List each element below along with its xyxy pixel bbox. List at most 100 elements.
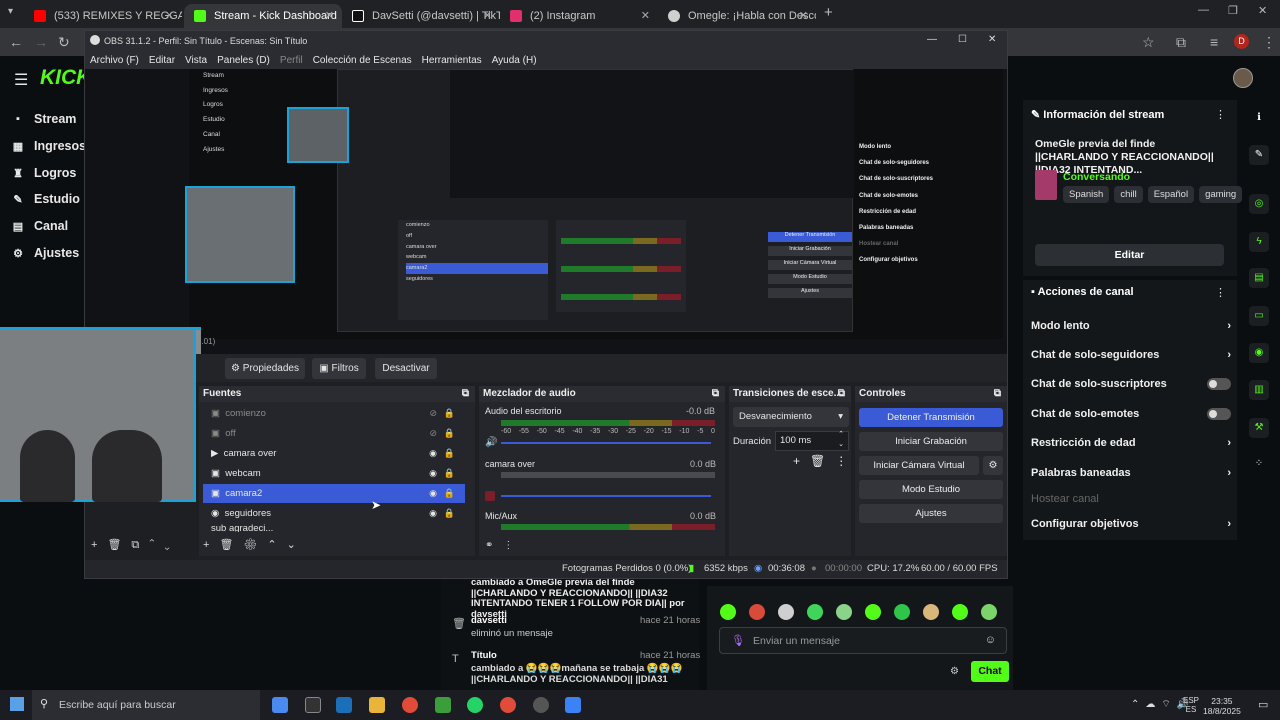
emote-icon[interactable]	[923, 604, 939, 620]
close-icon[interactable]: ✕	[988, 34, 996, 45]
target-icon[interactable]: ◎	[1249, 194, 1269, 214]
eye-hidden-icon[interactable]: ⊘	[429, 428, 437, 439]
wrench-icon[interactable]: ⚒	[1249, 418, 1269, 438]
lock-icon[interactable]: 🔒	[444, 428, 455, 439]
lock-icon[interactable]: 🔒	[444, 408, 455, 419]
menu-vista[interactable]: Vista	[185, 55, 207, 66]
menu-editar[interactable]: Editar	[149, 55, 175, 66]
action-restriccion-edad[interactable]: Restricción de edad ›	[1031, 437, 1231, 449]
bookmark-icon[interactable]: ☆	[1142, 34, 1155, 51]
lock-icon[interactable]: 🔒	[444, 468, 455, 479]
minimize-icon[interactable]: —	[1198, 4, 1209, 16]
speaker-icon[interactable]: 🔊	[485, 437, 497, 448]
emote-icon[interactable]	[981, 604, 997, 620]
avatar[interactable]	[1233, 68, 1253, 88]
trash-icon[interactable]: 🗑	[107, 539, 131, 551]
bolt-icon[interactable]: ϟ	[1249, 232, 1269, 252]
emote-icon[interactable]	[865, 604, 881, 620]
media-icon[interactable]: ≡	[1210, 34, 1218, 50]
add-icon[interactable]: +	[793, 454, 810, 468]
deactivate-button[interactable]: Desactivar	[375, 358, 437, 379]
add-icon[interactable]: +	[203, 539, 219, 551]
close-icon[interactable]: ✕	[325, 9, 334, 22]
obs-icon[interactable]	[533, 697, 549, 713]
eye-icon[interactable]: ◉	[429, 448, 437, 459]
eye-icon[interactable]: ◉	[429, 488, 437, 499]
maximize-icon[interactable]: ❐	[1228, 4, 1238, 17]
lock-icon[interactable]: 🔒	[444, 508, 455, 519]
chevron-up-icon[interactable]: ⌃	[1131, 699, 1145, 710]
tab-tiktok[interactable]: DavSetti (@davsetti) | TikTok ✕	[342, 4, 500, 28]
close-icon[interactable]: ✕	[641, 9, 650, 22]
forward-icon[interactable]: →	[34, 34, 48, 50]
nav-stream[interactable]: ▪ Stream	[12, 112, 76, 126]
layout-icon[interactable]: ▥	[1249, 380, 1269, 400]
file-explorer-icon[interactable]	[369, 697, 385, 713]
emote-icon[interactable]	[952, 604, 968, 620]
taskbar-search[interactable]: ⚲ Escribe aquí para buscar	[32, 690, 260, 720]
nav-estudio[interactable]: ✎ Estudio	[12, 192, 79, 206]
chrome-icon[interactable]	[402, 697, 418, 713]
tab-omegle[interactable]: Omegle: ¡Habla con Desconoci ✕	[658, 4, 816, 28]
list-icon[interactable]: ▤	[1249, 268, 1269, 288]
source-item[interactable]: ▣ off ⊘ 🔒	[203, 424, 465, 443]
up-icon[interactable]: ⌃	[149, 539, 164, 551]
undock-icon[interactable]: ⧉	[994, 386, 1001, 402]
source-item[interactable]: ▣ webcam ◉ 🔒	[203, 464, 465, 483]
edit-button[interactable]: Editar	[1035, 244, 1224, 266]
settings-icon[interactable]: ⚙	[243, 539, 267, 551]
info-icon[interactable]: ℹ	[1249, 108, 1269, 128]
stop-stream-button[interactable]: Detener Transmisión	[859, 408, 1003, 427]
undock-icon[interactable]: ⧉	[462, 386, 469, 402]
more-icon[interactable]: ⋮	[503, 540, 523, 551]
lock-icon[interactable]: 🔒	[444, 448, 455, 459]
close-icon[interactable]: ✕	[165, 9, 174, 22]
menu-archivo[interactable]: Archivo (F)	[90, 55, 139, 66]
more-icon[interactable]: ⋮	[1215, 108, 1226, 121]
tab-instagram[interactable]: (2) Instagram ✕	[500, 4, 658, 28]
action-solo-seguidores[interactable]: Chat de solo-seguidores ›	[1031, 349, 1231, 361]
undock-icon[interactable]: ⧉	[838, 386, 845, 402]
toggle-switch[interactable]	[1207, 408, 1231, 420]
category-name[interactable]: Conversando	[1063, 171, 1130, 183]
eye-hidden-icon[interactable]: ⊘	[429, 408, 437, 419]
action-modo-lento[interactable]: Modo lento ›	[1031, 320, 1231, 332]
source-item[interactable]: ◉ seguidores ◉ 🔒	[203, 504, 465, 523]
menu-ayuda[interactable]: Ayuda (H)	[492, 55, 537, 66]
copilot-icon[interactable]	[272, 697, 288, 713]
tab-kick[interactable]: Stream - Kick Dashboard ✕	[184, 4, 342, 28]
tab-list-icon[interactable]: ▾	[8, 6, 13, 17]
muted-speaker-icon[interactable]	[485, 491, 495, 501]
start-virtual-cam-button[interactable]: Iniciar Cámara Virtual	[859, 456, 979, 475]
clock[interactable]: 23:35 18/8/2025	[1203, 696, 1241, 716]
chat-input[interactable]: 🎙 Enviar un mensaje ☺	[719, 627, 1007, 654]
action-palabras-baneadas[interactable]: Palabras baneadas ›	[1031, 467, 1231, 479]
minimize-icon[interactable]: —	[927, 34, 937, 45]
minecraft-icon[interactable]	[435, 697, 451, 713]
broadcast-icon[interactable]: ◉	[1249, 343, 1269, 363]
steam-icon[interactable]	[336, 697, 352, 713]
link-icon[interactable]: ⚭	[485, 540, 503, 551]
source-item[interactable]: ▣ comienzo ⊘ 🔒	[203, 404, 465, 423]
spinner-arrows-icon[interactable]: ⌃ ⌄	[838, 430, 844, 450]
emote-icon[interactable]	[720, 604, 736, 620]
extensions-icon[interactable]: ⧉	[1176, 34, 1186, 51]
down-icon[interactable]: ⌄	[164, 539, 179, 551]
eye-icon[interactable]: ◉	[429, 468, 437, 479]
epic-games-icon[interactable]	[305, 697, 321, 713]
chrome-profile-icon[interactable]	[500, 697, 516, 713]
transition-select[interactable]: Desvanecimiento ▾	[733, 407, 849, 427]
app-icon[interactable]	[565, 697, 581, 713]
menu-herramientas[interactable]: Herramientas	[422, 55, 482, 66]
profile-avatar[interactable]: D	[1234, 34, 1249, 49]
close-icon[interactable]: ✕	[799, 9, 808, 22]
action-solo-emotes[interactable]: Chat de solo-emotes	[1031, 408, 1231, 420]
network-icon[interactable]: ☁	[1145, 699, 1161, 710]
nav-ajustes[interactable]: ⚙ Ajustes	[12, 246, 79, 260]
properties-button[interactable]: ⚙ Propiedades	[225, 358, 305, 379]
emote-icon[interactable]	[894, 604, 910, 620]
chat-settings-icon[interactable]: ⚙	[950, 666, 959, 677]
source-item-selected[interactable]: ▣ camara2 ◉ 🔒	[203, 484, 465, 503]
virtual-cam-settings-icon[interactable]: ⚙	[983, 456, 1003, 475]
settings-button[interactable]: Ajustes	[859, 504, 1003, 523]
